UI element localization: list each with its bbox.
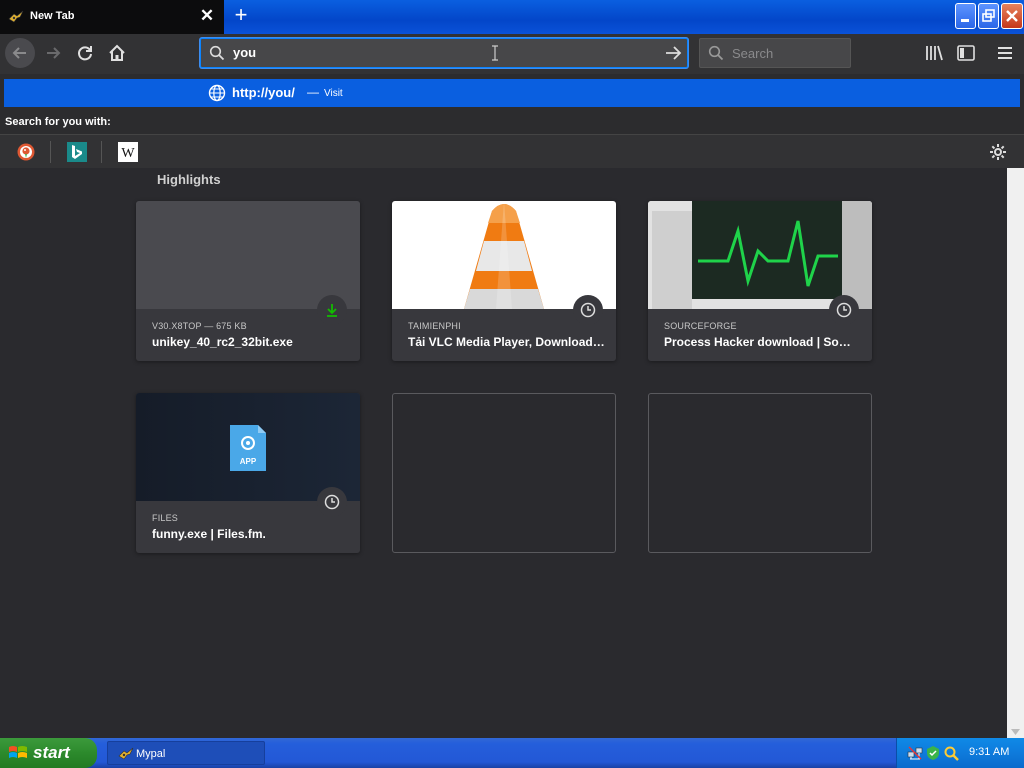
search-engine-bar: W (0, 134, 1024, 168)
visit-suggestion[interactable]: http://you/ — Visit (4, 79, 1020, 107)
download-icon (327, 304, 337, 317)
card-title: funny.exe | Files.fm. (152, 527, 266, 541)
suggestion-action: Visit (324, 88, 343, 99)
clock-icon (836, 302, 852, 318)
card-context: FILES (152, 513, 179, 523)
taskbar-item-label: Mypal (136, 748, 166, 760)
clock: 9:31 AM (969, 746, 1010, 758)
suggestion-url: http://you/ (232, 85, 295, 100)
browser-window: New Tab ✕ + you Search http://you/ — Vis… (0, 0, 1024, 738)
card-thumbnail (392, 201, 616, 309)
search-icon (708, 45, 724, 61)
home-icon (109, 44, 125, 61)
highlight-card[interactable]: APP FILES funny.exe | Files.fm. (136, 393, 360, 553)
process-hacker-image (648, 201, 872, 309)
search-placeholder: Search (732, 46, 774, 61)
file-type-label: APP (240, 457, 257, 466)
wikipedia-icon[interactable]: W (118, 142, 138, 162)
clock-badge (829, 295, 859, 325)
system-tray: 9:31 AM (896, 738, 1024, 768)
gear-icon[interactable] (988, 142, 1008, 162)
tab-title: New Tab (30, 10, 75, 22)
navigation-toolbar: Search (0, 34, 1024, 74)
clock-badge (317, 487, 347, 517)
text-cursor-icon (492, 45, 498, 61)
card-context: TAIMIENPHI (408, 321, 461, 331)
mypal-favicon-icon (118, 747, 134, 760)
search-for-label: Search for you with: (5, 116, 111, 128)
close-window-icon[interactable] (1001, 3, 1023, 29)
new-tab-content: Highlights V30.X8TOP — 675 KB unikey_40_… (0, 168, 1007, 738)
card-title: Tải VLC Media Player, Download… (408, 335, 605, 349)
card-title: unikey_40_rc2_32bit.exe (152, 335, 293, 349)
empty-card-placeholder (648, 393, 872, 553)
highlight-card[interactable]: V30.X8TOP — 675 KB unikey_40_rc2_32bit.e… (136, 201, 360, 361)
windows-logo-icon (9, 746, 27, 758)
clock-icon (324, 494, 340, 510)
engine-separator (50, 141, 51, 163)
card-thumbnail (648, 201, 872, 309)
reload-icon (78, 46, 92, 61)
suggestion-separator: — (307, 85, 319, 99)
search-icon[interactable] (943, 745, 959, 761)
forward-button[interactable] (38, 38, 68, 68)
mypal-favicon-icon (8, 10, 24, 23)
empty-card-placeholder (392, 393, 616, 553)
start-label: start (33, 743, 70, 762)
arrow-left-icon (12, 47, 26, 59)
url-suggestions-dropdown: http://you/ — Visit Search for you with:… (0, 74, 1024, 168)
taskbar-item-mypal[interactable]: Mypal (107, 741, 265, 765)
go-arrow-icon[interactable] (663, 44, 683, 62)
svg-text:W: W (121, 146, 135, 161)
highlight-card[interactable]: TAIMIENPHI Tải VLC Media Player, Downloa… (392, 201, 616, 361)
duckduckgo-icon[interactable] (16, 142, 36, 162)
card-context: V30.X8TOP — 675 KB (152, 321, 247, 331)
card-context: SOURCEFORGE (664, 321, 737, 331)
back-button[interactable] (5, 38, 35, 68)
search-icon (209, 45, 225, 61)
start-button[interactable]: start (0, 738, 97, 768)
home-button[interactable] (102, 38, 132, 68)
minimize-icon[interactable] (955, 3, 976, 29)
vlc-cone-image (464, 201, 544, 309)
engine-separator (101, 141, 102, 163)
url-input[interactable] (233, 39, 653, 67)
plus-icon[interactable]: + (229, 4, 253, 28)
clock-icon (580, 302, 596, 318)
sidebar-icon[interactable] (953, 40, 979, 66)
card-thumbnail (136, 201, 360, 309)
tab-new-tab[interactable]: New Tab ✕ (0, 0, 224, 34)
reload-button[interactable] (70, 38, 100, 68)
vertical-scrollbar[interactable] (1007, 168, 1024, 738)
search-box[interactable]: Search (699, 38, 851, 68)
url-bar[interactable] (200, 38, 688, 68)
tab-strip: New Tab ✕ + (0, 0, 1024, 34)
section-title: Highlights (157, 172, 221, 187)
network-icon[interactable] (907, 745, 923, 761)
shield-icon[interactable] (925, 745, 941, 761)
card-title: Process Hacker download | So… (664, 335, 851, 349)
clock-badge (573, 295, 603, 325)
arrow-right-icon (47, 47, 61, 59)
library-icon[interactable] (921, 40, 947, 66)
scroll-down-icon[interactable] (1011, 729, 1020, 735)
download-badge (317, 295, 347, 325)
taskbar: start Mypal 9:31 AM (0, 738, 1024, 768)
menu-icon[interactable] (992, 40, 1018, 66)
globe-icon (208, 84, 226, 102)
restore-icon[interactable] (978, 3, 999, 29)
highlight-card[interactable]: SOURCEFORGE Process Hacker download | So… (648, 201, 872, 361)
app-file-icon: APP (230, 425, 266, 471)
bing-icon[interactable] (67, 142, 87, 162)
close-tab-icon[interactable]: ✕ (198, 6, 216, 26)
card-thumbnail: APP (136, 393, 360, 501)
